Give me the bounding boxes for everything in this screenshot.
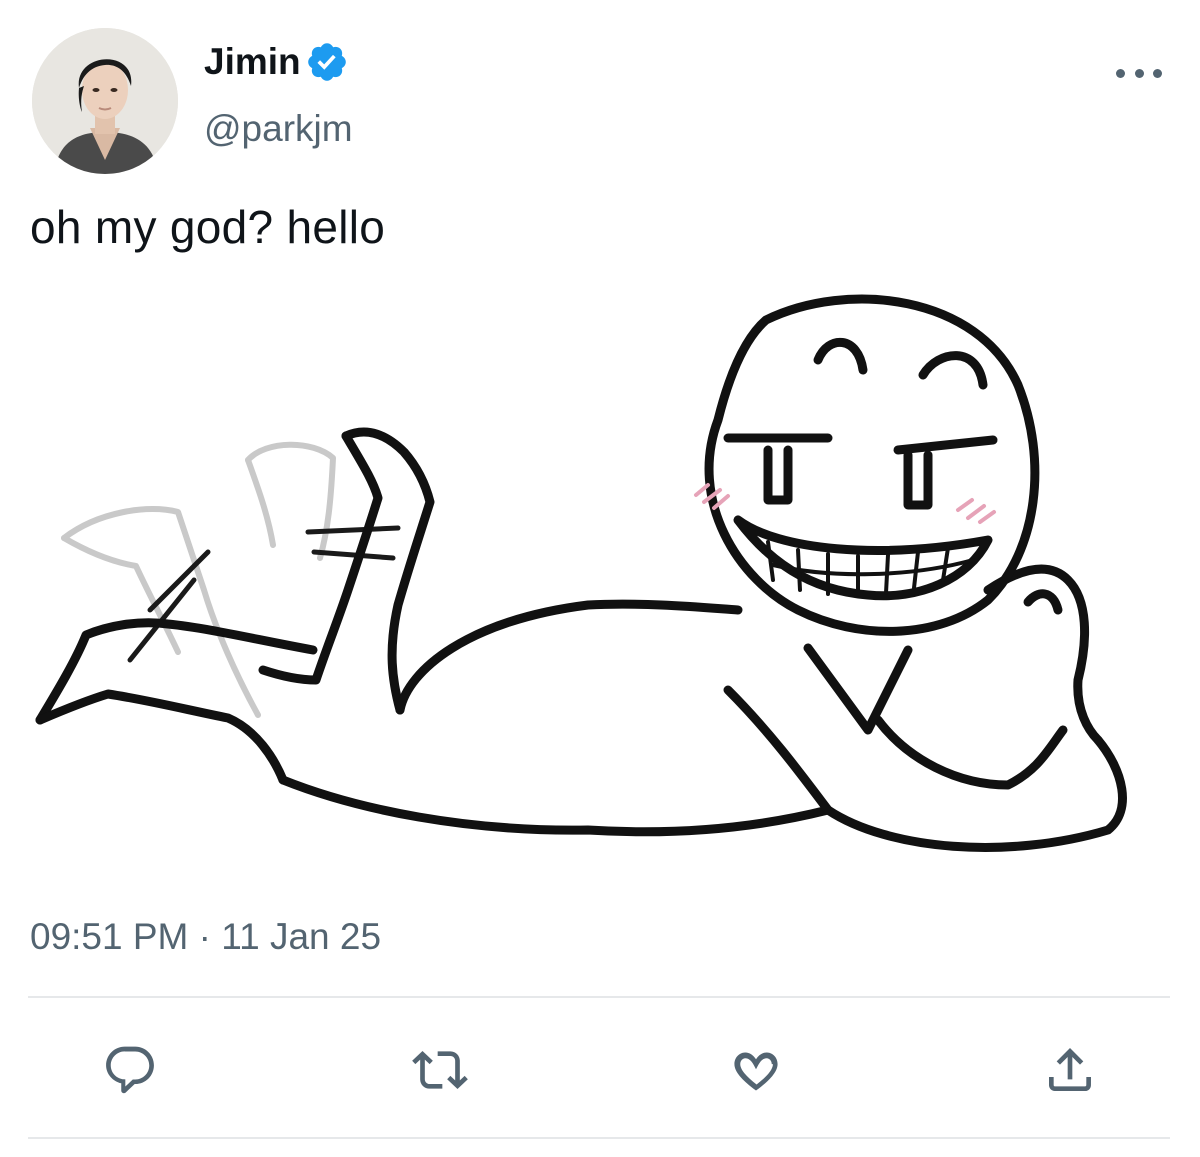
like-button[interactable]: [726, 1040, 786, 1100]
more-dot-icon: [1153, 68, 1162, 78]
display-name-text: Jimin: [204, 41, 301, 82]
display-name[interactable]: Jimin: [204, 40, 349, 84]
more-dot-icon: [1134, 68, 1144, 78]
tweet-card: Jimin @parkjm oh my god? hello 09:51 PM …: [0, 0, 1200, 1157]
retweet-button[interactable]: [410, 1040, 470, 1100]
user-handle[interactable]: @parkjm: [204, 108, 353, 150]
avatar-photo: [32, 28, 178, 174]
retweet-icon: [412, 1051, 468, 1089]
heart-icon: [734, 1052, 778, 1091]
verified-badge-icon: [307, 43, 346, 81]
reply-icon: [106, 1046, 154, 1094]
avatar[interactable]: [32, 28, 178, 174]
tweet-image[interactable]: [28, 290, 1178, 890]
action-bar: [0, 1040, 1200, 1100]
divider: [28, 1137, 1170, 1139]
tweet-text: oh my god? hello: [30, 201, 386, 253]
reply-button[interactable]: [100, 1040, 160, 1100]
tweet-timestamp[interactable]: 09:51 PM · 11 Jan 25: [30, 916, 381, 958]
share-icon: [1049, 1048, 1091, 1091]
divider: [28, 996, 1170, 998]
more-options-button[interactable]: [1116, 58, 1162, 88]
doodle-drawing: [35, 294, 1127, 852]
more-dot-icon: [1116, 68, 1125, 78]
share-button[interactable]: [1040, 1040, 1100, 1100]
